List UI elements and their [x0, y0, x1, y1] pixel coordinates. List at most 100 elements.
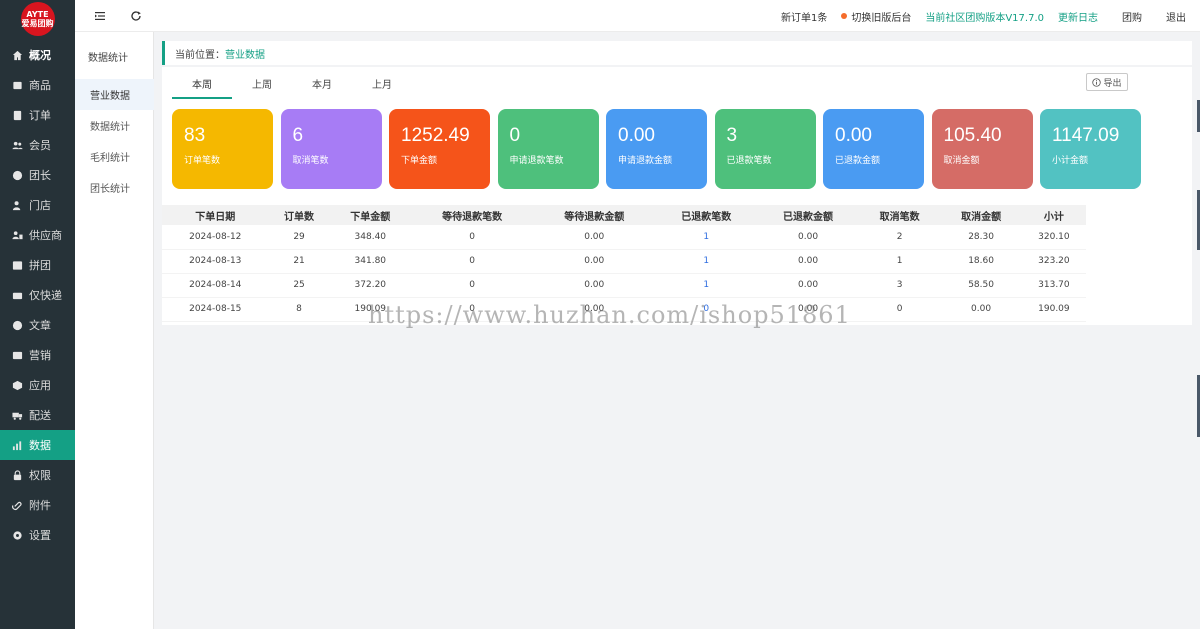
stat-card: 1147.09 小计金额 — [1040, 109, 1141, 189]
sidebar-item-14[interactable]: 数据 — [0, 430, 75, 460]
sidebar-item-10[interactable]: 文章 — [0, 310, 75, 340]
info-icon — [1092, 77, 1102, 87]
version-link[interactable]: 当前社区团购版本V17.7.0 — [925, 9, 1044, 24]
column-header: 下单金额 — [329, 205, 412, 225]
stat-value: 0.00 — [618, 125, 655, 146]
sidebar-item-13[interactable]: 配送 — [0, 400, 75, 430]
sidebar-item-5[interactable]: 团长 — [0, 160, 75, 190]
subnav-item-2[interactable]: 数据统计 — [75, 110, 154, 141]
tab-2[interactable]: 上周 — [232, 77, 292, 99]
table-cell: 18.60 — [940, 249, 1022, 274]
sidebar-item-label: 应用 — [29, 379, 51, 392]
sidebar-item-4[interactable]: 会员 — [0, 130, 75, 160]
stat-value: 0.00 — [835, 125, 872, 146]
table-cell: 0 — [411, 273, 534, 298]
stat-label: 小计金额 — [1052, 156, 1089, 166]
table-cell: 0.00 — [757, 297, 859, 322]
sidebar-item-1[interactable]: 概况 — [0, 40, 75, 70]
subnav-item-4[interactable]: 团长统计 — [75, 172, 154, 203]
stat-label: 取消金额 — [943, 156, 980, 166]
column-header: 订单数 — [268, 205, 330, 225]
subnav-item-3[interactable]: 毛利统计 — [75, 141, 154, 172]
sidebar-item-12[interactable]: 应用 — [0, 370, 75, 400]
table-header-row: 下单日期 订单数 下单金额 等待退款笔数 等待退款金额 已退款笔数 已退款金额 取消笔数 取消金… — [162, 205, 1086, 225]
subnav-item-1[interactable]: 营业数据 — [75, 79, 154, 110]
sidebar-item-16[interactable]: 附件 — [0, 490, 75, 520]
sidebar-item-label: 权限 — [29, 469, 51, 482]
sidebar-item-label: 数据 — [29, 439, 51, 452]
subnav-list: 营业数据 数据统计 毛利统计 团长统计 — [75, 79, 154, 203]
sidebar-item-7[interactable]: 供应商 — [0, 220, 75, 250]
app-icon — [12, 380, 23, 391]
sidebar-item-label: 团长 — [29, 169, 51, 182]
stat-label: 下单金额 — [401, 156, 438, 166]
export-label: 导出 — [1103, 78, 1122, 89]
stat-label: 已退款金额 — [835, 156, 881, 166]
stat-card: 3 已退款笔数 — [714, 109, 816, 189]
sidebar-item-11[interactable]: 营销 — [0, 340, 75, 370]
sidebar-item-2[interactable]: 商品 — [0, 70, 75, 100]
logout-link[interactable]: 退出 — [1166, 9, 1186, 24]
sidebar-item-label: 拼团 — [29, 259, 51, 272]
export-button[interactable]: 导出 — [1086, 73, 1128, 91]
table-cell: 28.30 — [940, 225, 1022, 250]
store-icon — [12, 200, 23, 211]
lock-icon — [12, 469, 23, 481]
logo-badge: AYTE 爱易团购 — [20, 2, 55, 36]
table-cell: 313.70 — [1021, 273, 1086, 298]
sidebar-item-8[interactable]: 拼团 — [0, 250, 75, 280]
attachment-icon — [12, 500, 23, 511]
tab-1[interactable]: 本周 — [172, 77, 232, 99]
stat-label: 取消笔数 — [292, 156, 329, 166]
chart-icon — [12, 440, 23, 451]
new-order-link[interactable]: 新订单1条 — [781, 9, 827, 24]
sidebar-item-label: 营销 — [29, 349, 51, 362]
table-cell: 0.00 — [757, 273, 859, 298]
stat-value: 6 — [292, 125, 304, 146]
table-cell: 2 — [858, 225, 941, 250]
sidebar-item-label: 文章 — [29, 319, 51, 332]
refresh-icon[interactable] — [129, 9, 143, 23]
order-icon — [12, 110, 23, 121]
main-sidebar: AYTE 爱易团购 概况 商品 订单 会员团长门店 供应商拼团仅快递文章营销应用配送数据权… — [0, 0, 75, 629]
box-icon — [12, 80, 23, 91]
logo[interactable]: AYTE 爱易团购 — [0, 0, 75, 38]
table-cell: 29 — [268, 225, 330, 250]
table-cell: 190.09 — [1021, 297, 1086, 322]
sidebar-item-label: 设置 — [29, 529, 51, 542]
table-cell: 372.20 — [329, 273, 412, 298]
stat-label: 订单笔数 — [184, 156, 221, 166]
table-cell: 0 — [858, 297, 941, 322]
table-cell: 323.20 — [1021, 249, 1086, 274]
sidebar-item-label: 附件 — [29, 499, 51, 512]
main-panel: 本周 上周 本月 上月 导出 83 订单笔数 6 取消笔数 1252.49 下单金额 0 申请退款笔… — [162, 67, 1192, 325]
stat-label: 已退款笔数 — [726, 156, 772, 166]
table-cell: 190.09 — [329, 297, 412, 322]
table-row: 2024-08-15 8 190.09 0 0.00 0 0.00 0 0.00 190.09 — [162, 297, 1086, 322]
table-cell: 3 — [858, 273, 941, 298]
tab-3[interactable]: 本月 — [292, 77, 352, 99]
sidebar-item-9[interactable]: 仅快递 — [0, 280, 75, 310]
period-tabs: 本周 上周 本月 上月 — [172, 77, 412, 99]
table-cell: 0 — [411, 225, 534, 250]
sidebar-item-6[interactable]: 门店 — [0, 190, 75, 220]
column-header: 取消金额 — [940, 205, 1022, 225]
subnav-title: 数据统计 — [88, 52, 128, 64]
tab-4[interactable]: 上月 — [352, 77, 412, 99]
sidebar-item-15[interactable]: 权限 — [0, 460, 75, 490]
sidebar-item-17[interactable]: 设置 — [0, 520, 75, 550]
table-cell: 0.00 — [533, 297, 656, 322]
stat-card: 0.00 申请退款金额 — [606, 109, 707, 189]
switch-old-admin-link[interactable]: 切换旧版后台 — [851, 9, 911, 24]
sales-table: 下单日期 订单数 下单金额 等待退款笔数 等待退款金额 已退款笔数 已退款金额 取消笔数 取消金… — [162, 205, 1086, 322]
changelog-link[interactable]: 更新日志 — [1058, 9, 1098, 24]
supplier-icon — [12, 230, 23, 241]
sidebar-menu: 概况 商品 订单 会员团长门店 供应商拼团仅快递文章营销应用配送数据权限附件设置 — [0, 40, 75, 550]
sidebar-item-3[interactable]: 订单 — [0, 100, 75, 130]
breadcrumb-current[interactable]: 营业数据 — [225, 46, 265, 61]
table-cell: 0.00 — [533, 225, 656, 250]
table-row: 2024-08-14 25 372.20 0 0.00 1 0.00 3 58.50 313.70 — [162, 273, 1086, 298]
group-buy-link[interactable]: 团购 — [1122, 9, 1142, 24]
collapse-menu-icon[interactable] — [93, 9, 107, 23]
stat-card: 6 取消笔数 — [280, 109, 382, 189]
